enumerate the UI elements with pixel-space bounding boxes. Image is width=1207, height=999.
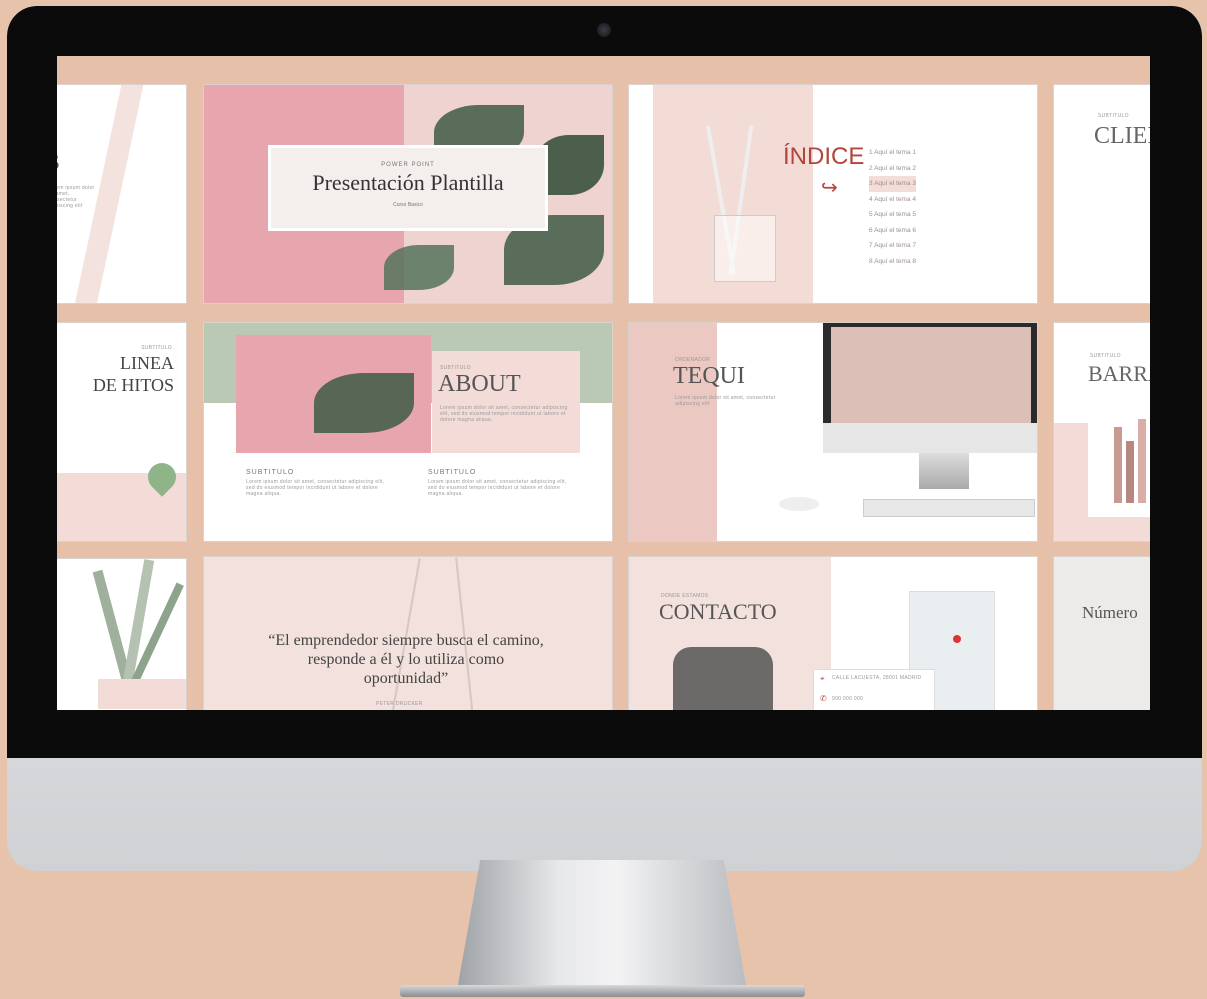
- slide-body-text: Lorem ipsum dolor sit amet, consectetur …: [57, 185, 95, 209]
- slide-quote[interactable]: “El emprendedor siempre busca el camino,…: [203, 556, 613, 710]
- screen: s Lorem ipsum dolor sit amet, consectetu…: [57, 56, 1150, 710]
- column-heading: SUBTITULO: [246, 469, 295, 476]
- index-item: 4 Aquí el tema 4: [869, 195, 916, 203]
- slide-subtitle: Curso Basico: [393, 202, 423, 208]
- monitor: s Lorem ipsum dolor sit amet, consectetu…: [7, 6, 1202, 871]
- slide-title-text: BARRA: [1088, 361, 1150, 386]
- slide-small-label: POWER POINT: [381, 162, 435, 168]
- slide-title-text: LINEA: [120, 353, 174, 373]
- index-item: 7 Aquí el tema 7: [869, 242, 916, 249]
- slide-indice[interactable]: ÍNDICE ↪ 1 Aquí el tema 1 2 Aquí el tema…: [628, 84, 1038, 304]
- index-item: 3 Aquí el tema 3: [869, 176, 916, 192]
- slide-title-text: DE HITOS: [92, 375, 174, 395]
- monitor-bezel: s Lorem ipsum dolor sit amet, consectetu…: [7, 6, 1202, 758]
- index-item: 8 Aquí el tema 8: [869, 257, 916, 265]
- index-list: 1 Aquí el tema 1 2 Aquí el tema 2 3 Aquí…: [869, 145, 916, 269]
- keyboard-graphic: [863, 499, 1035, 517]
- location-icon: ⌖: [820, 674, 825, 683]
- bar-mark: [1138, 419, 1146, 503]
- slide-small-label: SUBTITULO: [141, 345, 172, 351]
- contact-phone: 900 000 000: [832, 696, 864, 702]
- slide-title-text: Presentación Plantilla: [312, 170, 504, 195]
- slide-title-text: CLIEN: [1094, 123, 1150, 149]
- mouse-graphic: [779, 497, 819, 511]
- slide-title-text: TEQUI: [673, 363, 745, 389]
- slide-clientes[interactable]: SUBTITULO CLIEN: [1053, 84, 1150, 304]
- slide-tequi[interactable]: ORDENADOR TEQUI Lorem ipsum dolor sit am…: [628, 322, 1038, 542]
- index-item: 2 Aquí el tema 2: [869, 164, 916, 172]
- slide-contacto[interactable]: DONDE ESTAMOS CONTACTO ⌖ CALLE LACUESTA,…: [628, 556, 1038, 710]
- index-item: 6 Aquí el tema 6: [869, 226, 916, 234]
- chair-graphic: [673, 647, 773, 710]
- slide-linea-hitos[interactable]: SUBTITULO LINEA DE HITOS: [57, 322, 187, 542]
- slide-body-text: Lorem ipsum dolor sit amet, consectetur …: [440, 405, 568, 423]
- map-pin-icon: [953, 635, 961, 643]
- monitor-graphic: [823, 323, 1037, 453]
- slide-numeros[interactable]: Número: [1053, 556, 1150, 710]
- index-item: 1 Aquí el tema 1: [869, 149, 916, 156]
- monitor-stand-base: [400, 985, 805, 997]
- column-text: Lorem ipsum dolor sit amet, consectetur …: [428, 479, 567, 497]
- bar-mark: [1114, 427, 1122, 503]
- slide-barras[interactable]: SUBTITULO BARRA: [1053, 322, 1150, 542]
- slide-title-text: CONTACTO: [659, 599, 777, 624]
- column-heading: SUBTITULO: [428, 469, 477, 476]
- slide-partial-s[interactable]: s Lorem ipsum dolor sit amet, consectetu…: [57, 84, 187, 304]
- quote-text: “El emprendedor siempre busca el camino,…: [268, 632, 544, 687]
- phone-icon: ✆: [820, 694, 827, 703]
- slide-title-text: Número: [1082, 603, 1138, 622]
- contact-address: CALLE LACUESTA, 28001 MADRID: [832, 675, 922, 681]
- slide-title[interactable]: POWER POINT Presentación Plantilla Curso…: [203, 84, 613, 304]
- slide-small-label: SUBTITULO: [1090, 353, 1121, 359]
- camera-icon: [597, 23, 611, 37]
- arrow-icon: ↪: [821, 177, 838, 199]
- slide-title-text: ÍNDICE: [783, 143, 865, 170]
- slide-body-text: Lorem ipsum dolor sit amet, consectetur …: [675, 395, 776, 407]
- slide-plant[interactable]: [57, 558, 187, 710]
- slide-title-text: ABOUT: [438, 371, 521, 397]
- bar-mark: [1126, 441, 1134, 503]
- monitor-stand: [457, 860, 747, 990]
- column-text: Lorem ipsum dolor sit amet, consectetur …: [246, 479, 385, 497]
- index-item: 5 Aquí el tema 5: [869, 211, 916, 218]
- slide-small-label: SUBTITULO: [1098, 113, 1129, 119]
- slide-about[interactable]: SUBTITULO ABOUT Lorem ipsum dolor sit am…: [203, 322, 613, 542]
- quote-author: PETER DRUCKER: [376, 701, 423, 707]
